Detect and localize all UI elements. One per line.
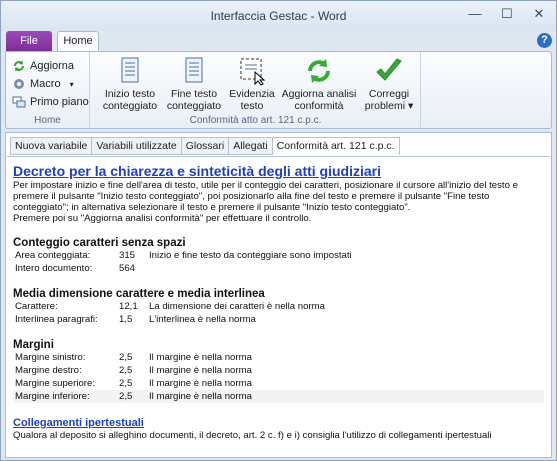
row-key: Interlinea paragrafi: — [15, 314, 98, 325]
close-button[interactable]: ✕ — [528, 5, 550, 23]
row-key: Carattere: — [15, 301, 58, 312]
tab-home[interactable]: Home — [57, 31, 99, 52]
correggi-label-1: Correggi — [368, 88, 410, 100]
row-value: 2,5 — [119, 378, 133, 389]
row-key: Margine superiore: — [15, 378, 95, 389]
windows-icon — [12, 95, 26, 109]
checkmark-icon — [374, 56, 404, 86]
conformita-group-label: Conformità atto art. 121 c.p.c. — [189, 115, 322, 126]
row-key: Margine destro: — [15, 365, 82, 376]
primo-piano-label: Primo piano — [30, 96, 89, 108]
table-row: Interlinea paragrafi: 1,5 L'interlinea è… — [13, 313, 544, 326]
inizio-testo-button[interactable]: Inizio testo conteggiato — [99, 56, 161, 114]
evidenzia-testo-button[interactable]: Evidenzia testo — [227, 56, 277, 114]
title-bar: Interfaccia Gestac - Word — ☐ ✕ — [1, 1, 556, 31]
row-note — [149, 262, 544, 275]
conformita-panel: Decreto per la chiarezza e sinteticità d… — [7, 156, 550, 456]
section-heading: Media dimensione carattere e media inter… — [13, 288, 265, 300]
correggi-problemi-button[interactable]: Correggi problemi ▾ — [361, 56, 417, 114]
ribbon: Aggiorna Macro ▾ Primo piano Home Inizio… — [5, 51, 552, 129]
tab-file[interactable]: File — [6, 31, 52, 51]
row-value: 12,1 — [119, 301, 138, 312]
collegamenti-text: Qualora al deposito si alleghino documen… — [13, 430, 492, 441]
intro-line: conteggiato"; in alternativa selezionare… — [13, 202, 411, 213]
collegamenti-link[interactable]: Collegamenti ipertestuali — [13, 417, 544, 429]
document-end-icon — [179, 56, 209, 86]
fine-testo-label-2: conteggiato — [166, 100, 222, 112]
minimize-button[interactable]: — — [464, 5, 486, 23]
chevron-down-icon: ▾ — [69, 79, 74, 89]
table-row: Margine superiore: 2,5 Il margine è nell… — [13, 377, 544, 390]
table-row: Intero documento: 564 — [13, 262, 544, 275]
row-key: Intero documento: — [15, 263, 93, 274]
intro-line: Premere poi su "Aggiorna analisi conform… — [13, 213, 312, 224]
inizio-testo-label-1: Inizio testo — [104, 88, 156, 100]
primo-piano-button[interactable]: Primo piano — [12, 94, 89, 110]
row-note: Il margine è nella norma — [149, 391, 252, 402]
correggi-label-2: problemi ▾ — [364, 100, 414, 112]
maximize-button[interactable]: ☐ — [496, 5, 518, 23]
table-row: Carattere: 12,1 La dimensione dei caratt… — [13, 300, 544, 313]
intro-line: premere il pulsante "Inizio testo conteg… — [13, 191, 490, 202]
ribbon-group-conformita: Inizio testo conteggiato Fine testo cont… — [91, 52, 421, 128]
document-start-icon — [115, 56, 145, 86]
tab-conformita[interactable]: Conformità art. 121 c.p.c. — [271, 137, 400, 155]
row-value: 315 — [119, 250, 136, 261]
inizio-testo-label-2: conteggiato — [102, 100, 158, 112]
row-key: Margine inferiore: — [15, 391, 90, 402]
ribbon-group-home: Aggiorna Macro ▾ Primo piano Home — [6, 52, 90, 128]
refresh-icon — [304, 56, 334, 86]
help-icon[interactable]: ? — [537, 33, 552, 48]
table-row: Margine inferiore: 2,5 Il margine è nell… — [13, 390, 544, 403]
row-value: 2,5 — [119, 352, 133, 363]
fine-testo-label-1: Fine testo — [170, 88, 218, 100]
row-note: Il margine è nella norma — [149, 365, 252, 376]
evidenzia-label-2: testo — [240, 100, 264, 112]
pane-tabs: Nuova variabile Variabili utilizzate Glo… — [10, 137, 400, 155]
table-row: Area conteggiata: 315 Inizio e fine test… — [13, 249, 544, 262]
task-pane: Nuova variabile Variabili utilizzate Glo… — [5, 132, 552, 458]
home-group-label: Home — [34, 115, 61, 126]
row-value: 2,5 — [119, 365, 133, 376]
refresh-icon — [12, 59, 26, 73]
intro-line: Per impostare inizio e fine dell'area di… — [13, 180, 518, 191]
row-value: 2,5 — [119, 391, 133, 402]
window-controls: — ☐ ✕ — [464, 5, 550, 23]
tab-variabili-utilizzate[interactable]: Variabili utilizzate — [91, 137, 181, 155]
macro-label: Macro — [30, 78, 61, 90]
word-window: Interfaccia Gestac - Word — ☐ ✕ File Hom… — [0, 0, 557, 461]
tab-glossari[interactable]: Glossari — [180, 137, 229, 155]
aggiorna-button[interactable]: Aggiorna — [12, 58, 74, 74]
row-key: Margine sinistro: — [15, 352, 86, 363]
aggiorna-analisi-button[interactable]: Aggiorna analisi conformità — [281, 56, 357, 114]
section-heading: Conteggio caratteri senza spazi — [13, 237, 186, 249]
macro-button[interactable]: Macro ▾ — [12, 76, 74, 92]
row-note: L'interlinea è nella norma — [149, 314, 256, 325]
tab-nuova-variabile[interactable]: Nuova variabile — [10, 137, 92, 155]
aggiorna-label: Aggiorna — [30, 60, 75, 72]
row-value: 564 — [119, 263, 136, 274]
select-text-icon — [237, 56, 267, 86]
aggiorna-analisi-label-1: Aggiorna analisi — [281, 88, 357, 100]
fine-testo-button[interactable]: Fine testo conteggiato — [163, 56, 225, 114]
section-heading: Margini — [13, 339, 54, 351]
row-note: Inizio e fine testo da conteggiare sono … — [149, 250, 352, 261]
row-value: 1,5 — [119, 314, 133, 325]
row-note: Il margine è nella norma — [149, 378, 252, 389]
ribbon-tabs: File Home ? — [1, 31, 556, 52]
row-key: Area conteggiata: — [15, 250, 91, 261]
table-row: Margine sinistro: 2,5 Il margine è nella… — [13, 351, 544, 364]
aggiorna-analisi-label-2: conformità — [294, 100, 344, 112]
decreto-link[interactable]: Decreto per la chiarezza e sinteticità d… — [13, 163, 544, 179]
macro-icon — [12, 77, 26, 91]
evidenzia-label-1: Evidenzia — [229, 88, 275, 100]
row-note: La dimensione dei caratteri è nella norm… — [149, 301, 325, 312]
table-row: Margine destro: 2,5 Il margine è nella n… — [13, 364, 544, 377]
row-note: Il margine è nella norma — [149, 352, 252, 363]
intro-text: Per impostare inizio e fine dell'area di… — [13, 180, 544, 224]
tab-allegati[interactable]: Allegati — [228, 137, 272, 155]
